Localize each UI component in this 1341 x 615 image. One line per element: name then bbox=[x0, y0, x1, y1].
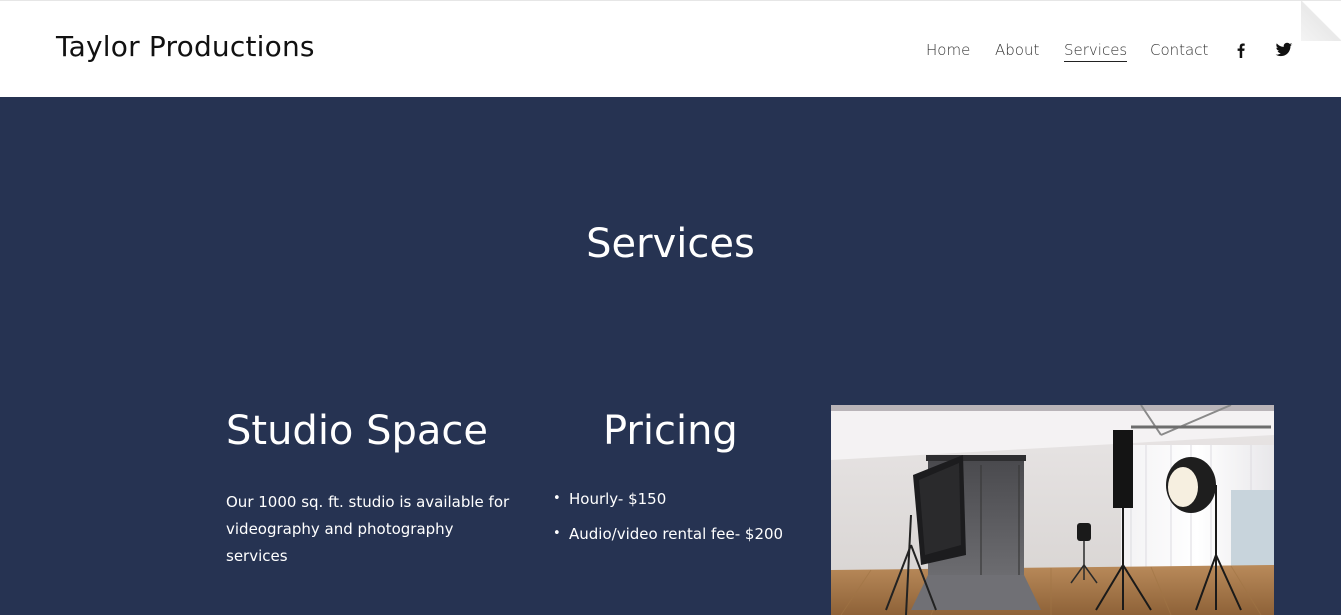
studio-description: Our 1000 sq. ft. studio is available for… bbox=[226, 493, 510, 565]
site-header: Taylor Productions Home About Services C… bbox=[0, 0, 1341, 97]
facebook-icon[interactable] bbox=[1232, 41, 1250, 59]
studio-space-heading: Studio Space bbox=[226, 408, 489, 454]
pricing-heading: Pricing bbox=[603, 408, 738, 454]
nav-contact[interactable]: Contact bbox=[1150, 40, 1208, 60]
services-section: Services Studio Space Our 1000 sq. ft. s… bbox=[0, 97, 1341, 615]
nav-home[interactable]: Home bbox=[926, 40, 970, 60]
twitter-icon[interactable] bbox=[1275, 41, 1293, 59]
pricing-list: Hourly- $150 Audio/video rental fee- $20… bbox=[553, 489, 783, 559]
pricing-item-hourly: Hourly- $150 bbox=[553, 489, 783, 509]
pricing-item-rental: Audio/video rental fee- $200 bbox=[553, 524, 783, 544]
nav-services[interactable]: Services bbox=[1064, 40, 1128, 62]
main-nav: Home About Services Contact bbox=[0, 40, 1341, 64]
studio-photo bbox=[831, 405, 1274, 615]
corner-fold bbox=[1301, 1, 1341, 41]
nav-about[interactable]: About bbox=[995, 40, 1039, 60]
page-title: Services bbox=[586, 221, 755, 267]
